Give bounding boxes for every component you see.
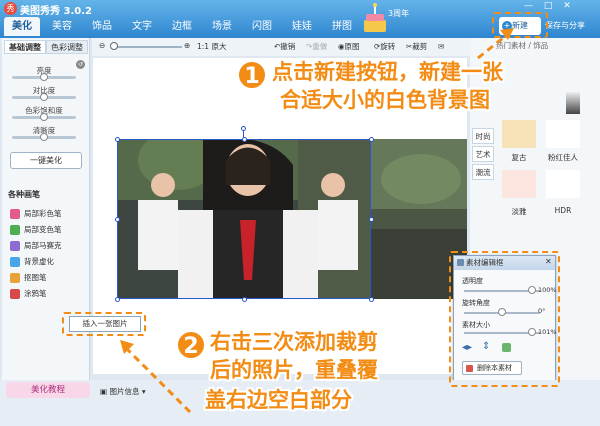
step-2-badge: 2 xyxy=(176,330,206,360)
step-1-text-line2: 合适大小的白色背景图 xyxy=(280,88,490,112)
step-2-text-line2: 后的照片，重叠覆 xyxy=(210,358,378,382)
step-1-text-line1: 点击新建按钮，新建一张 xyxy=(272,60,503,84)
step-2-text-line3: 盖右边空白部分 xyxy=(205,388,352,412)
step-2-text-line1: 右击三次添加裁剪 xyxy=(210,330,378,354)
step-1-badge: 1 xyxy=(237,60,267,90)
